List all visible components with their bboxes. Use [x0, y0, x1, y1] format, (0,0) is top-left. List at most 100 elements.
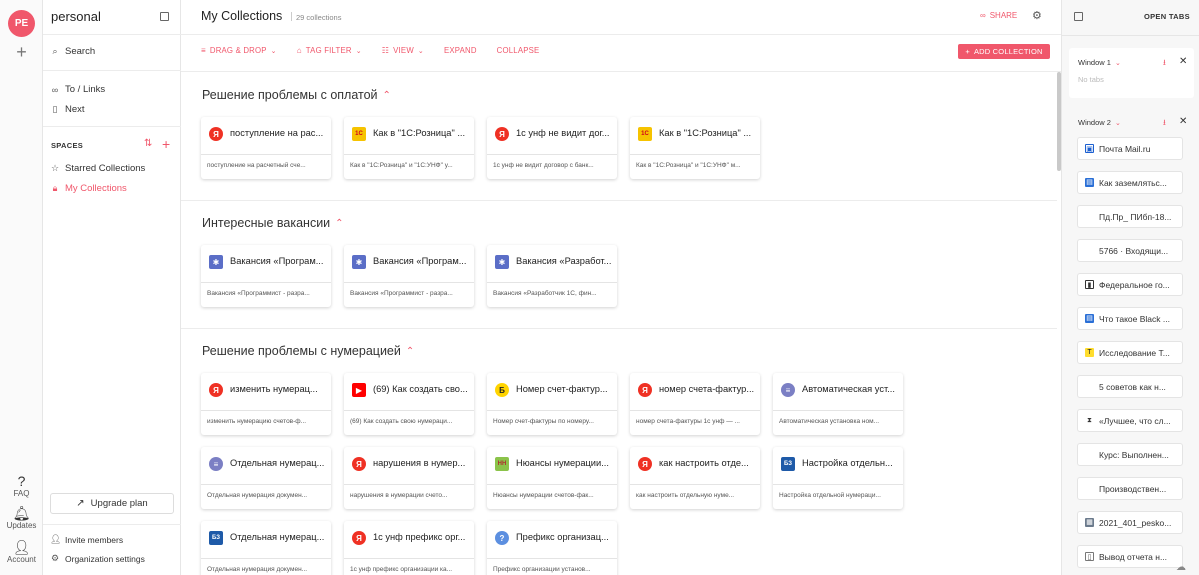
card-description: (69) Как создать свою нумераци...	[350, 418, 453, 425]
card-description: поступление на расчетный сче...	[207, 162, 306, 169]
chevron-down-icon: ⌄	[417, 47, 424, 55]
bookmark-card[interactable]: БЗ Отдельная нумерац... Отдельная нумераци…	[201, 521, 331, 575]
open-tab-item[interactable]: 5766 · Входящи...	[1077, 239, 1183, 262]
sidebar-item-to-links[interactable]: ∞ To / Links	[50, 84, 105, 95]
open-tab-item[interactable]: ▮ Федеральное го...	[1077, 273, 1183, 296]
open-tab-item[interactable]: Пд.Пр_ ПИбп-18...	[1077, 205, 1183, 228]
app-rail: PE + ? FAQ 🔔︎ Updates 👤︎ Account	[0, 0, 43, 575]
bookmark-card[interactable]: БЗ Настройка отдельн... Настройка отдельно…	[773, 447, 903, 509]
workspace-title[interactable]: personal	[51, 9, 101, 24]
open-tab-item[interactable]: ▯ Вывод отчета н...	[1077, 545, 1183, 568]
sidebar-toggle-icon[interactable]	[160, 12, 169, 21]
card-description: нарушения в нумерации счето...	[350, 492, 448, 499]
bookmark-card[interactable]: ✱ Вакансия «Разработ... Вакансия «Разработ…	[487, 245, 617, 307]
open-tab-item[interactable]: ▤ Что такое Black ...	[1077, 307, 1183, 330]
bookmark-card[interactable]: Яномер счета-фактур... номер счета-фактур…	[630, 373, 760, 435]
close-icon[interactable]: ✕	[1179, 116, 1187, 127]
drag-drop-button[interactable]: ≡ DRAG & DROP ⌄	[201, 46, 277, 55]
bookmark-card[interactable]: Янарушения в нумер... нарушения в нумерац…	[344, 447, 474, 509]
chevron-up-icon[interactable]: ⌃	[406, 346, 414, 357]
job-icon: ✱	[209, 255, 223, 269]
bookmark-card[interactable]: ≡ Отдельная нумерац... Отдельная нумерация…	[201, 447, 331, 509]
tag-filter-label: TAG FILTER	[305, 46, 352, 55]
divider	[487, 484, 617, 485]
window-2-header[interactable]: Window 2 ⌄	[1078, 118, 1121, 127]
bookmark-card[interactable]: Б Номер счет-фактур... Номер счет-фактуры …	[487, 373, 617, 435]
divider	[43, 70, 181, 71]
sidebar-item-next[interactable]: ▯ Next	[50, 104, 85, 115]
collection-title[interactable]: Решение проблемы с нумерацией ⌃	[202, 344, 414, 358]
star-icon: ☆	[50, 163, 60, 173]
open-tab-item[interactable]: ▤ Как заземлятьс...	[1077, 171, 1183, 194]
card-title: Вакансия «Програм...	[230, 256, 324, 266]
account-button[interactable]: 👤︎ Account	[0, 539, 43, 564]
bookmark-card[interactable]: Я 1с унф префикс орг... 1с унф префикс орг…	[344, 521, 474, 575]
card-title: номер счета-фактур...	[659, 384, 755, 394]
save-icon[interactable]: ⭳	[1163, 117, 1166, 131]
open-tab-item[interactable]: 5 советов как н...	[1077, 375, 1183, 398]
view-button[interactable]: ☷ VIEW ⌄	[382, 46, 424, 55]
settings-gear-icon[interactable]: ⚙	[1032, 9, 1042, 22]
bookmark-card[interactable]: Яизменить нумерац... изменить нумерацию с…	[201, 373, 331, 435]
open-tab-item[interactable]: T Исследование Т...	[1077, 341, 1183, 364]
bookmark-card[interactable]: HH Нюансы нумерации... Нюансы нумерации сч…	[487, 447, 617, 509]
bookmark-card[interactable]: ✱ Вакансия «Програм... Вакансия «Программи…	[344, 245, 474, 307]
bookmark-card[interactable]: Я 1с унф не видит дог... 1с унф не видит д…	[487, 117, 617, 179]
sidebar-item-label: My Collections	[65, 183, 127, 194]
sort-icon[interactable]: ⇅	[144, 138, 152, 149]
open-tab-item[interactable]: Производствен...	[1077, 477, 1183, 500]
invite-members-button[interactable]: 👤︎ Invite members	[50, 534, 123, 545]
bookmark-card[interactable]: ? Префикс организац... Префикс организации…	[487, 521, 617, 575]
expand-button[interactable]: EXPAND	[444, 46, 477, 55]
collection-count: 29 collections	[291, 12, 341, 22]
window-1-header[interactable]: Window 1 ⌄	[1078, 58, 1121, 67]
collapse-button[interactable]: COLLAPSE	[497, 46, 540, 55]
divider	[487, 154, 617, 155]
question-icon: ?	[17, 473, 26, 489]
bookmark-card[interactable]: 1С Как в "1С:Розница" ... Как в "1С:Розниц…	[630, 117, 760, 179]
card-title: Как в "1С:Розница" ...	[373, 128, 466, 138]
organization-settings-button[interactable]: ⚙ Organization settings	[50, 553, 145, 564]
search-item[interactable]: ⌕ Search	[50, 46, 95, 57]
bookmark-card[interactable]: 1С Как в "1С:Розница" ... Как в "1С:Розниц…	[344, 117, 474, 179]
add-collection-button[interactable]: + ADD COLLECTION	[958, 44, 1050, 59]
yandex-icon: Я	[352, 531, 366, 545]
card-description: номер счета-фактуры 1с унф — ...	[636, 418, 740, 425]
sidebar-item-my-collections[interactable]: 🔒︎ My Collections	[50, 183, 127, 194]
card-description: Вакансия «Программист - разра...	[207, 290, 310, 297]
collection-title[interactable]: Решение проблемы с оплатой ⌃	[202, 88, 391, 102]
bell-icon: 🔔︎	[12, 505, 31, 521]
close-icon[interactable]: ✕	[1179, 56, 1187, 67]
faq-button[interactable]: ? FAQ	[0, 473, 43, 498]
tag-filter-button[interactable]: ⌂ TAG FILTER ⌄	[297, 46, 362, 55]
chevron-up-icon[interactable]: ⌃	[335, 218, 343, 229]
bookmark-card[interactable]: Япоступление на рас... поступление на рас…	[201, 117, 331, 179]
doc-icon: ▤	[1085, 178, 1094, 187]
add-space-icon[interactable]: +	[162, 136, 170, 152]
bookmark-card[interactable]: ▶ (69) Как создать сво... (69) Как создать…	[344, 373, 474, 435]
card-description: Префикс организации установ...	[493, 566, 591, 573]
user-icon: 👤︎	[50, 534, 62, 544]
save-icon[interactable]: ⭳	[1163, 57, 1166, 71]
open-tab-item[interactable]: ▦ 2021_401_pesko...	[1077, 511, 1183, 534]
card-description: Как в "1С:Розница" и "1С:УНФ" м...	[636, 162, 741, 169]
avatar[interactable]: PE	[8, 10, 35, 37]
open-tab-item[interactable]: ▣ Почта Mail.ru	[1077, 137, 1183, 160]
open-tab-label: Почта Mail.ru	[1099, 143, 1151, 154]
open-tab-item[interactable]: ⧗ «Лучшее, что сл...	[1077, 409, 1183, 432]
divider	[201, 282, 331, 283]
sidebar-item-starred[interactable]: ☆ Starred Collections	[50, 163, 145, 174]
share-button[interactable]: ∞ SHARE	[980, 11, 1017, 20]
bookmark-card[interactable]: ≡ Автоматическая уст... Автоматическая уст…	[773, 373, 903, 435]
bookmark-card[interactable]: Якак настроить отде... как настроить отде…	[630, 447, 760, 509]
bookmark-card[interactable]: ✱ Вакансия «Програм... Вакансия «Программи…	[201, 245, 331, 307]
open-tab-item[interactable]: Курс: Выполнен...	[1077, 443, 1183, 466]
collection-title[interactable]: Интересные вакансии ⌃	[202, 216, 344, 230]
add-workspace-icon[interactable]: +	[13, 43, 30, 61]
upgrade-plan-button[interactable]: ↗ Upgrade plan	[50, 493, 174, 514]
chevron-up-icon[interactable]: ⌃	[383, 90, 391, 101]
sidebar-item-label: To / Links	[65, 84, 106, 95]
card-title: Автоматическая уст...	[802, 384, 895, 394]
updates-button[interactable]: 🔔︎ Updates	[0, 505, 43, 530]
panel-toggle-icon[interactable]	[1074, 12, 1083, 21]
